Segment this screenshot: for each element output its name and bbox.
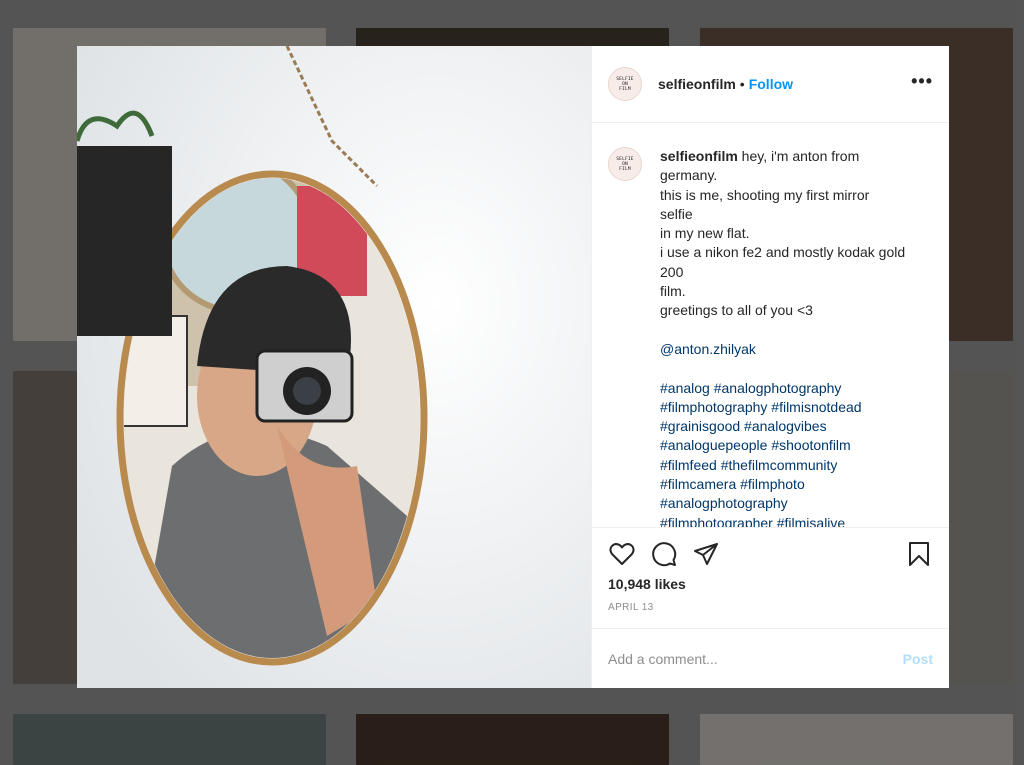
comment-input[interactable] [608, 650, 903, 667]
post-modal: SELFIE ON FILM selfieonfilm • Follow •••… [77, 46, 949, 688]
hashtag-line[interactable]: #filmphotography #filmisnotdead [660, 398, 933, 417]
post-header: SELFIE ON FILM selfieonfilm • Follow ••• [592, 46, 949, 123]
caption-section: SELFIE ON FILM selfieonfilm hey, i'm ant… [592, 123, 949, 527]
action-buttons-row [608, 540, 933, 568]
post-photo[interactable] [77, 46, 591, 688]
post-date: APRIL 13 [608, 602, 654, 613]
caption-line: i use a nikon fe2 and mostly kodak gold [660, 244, 906, 261]
likes-count[interactable]: 10,948 likes [608, 576, 933, 592]
caption-line: hey, i'm anton from [737, 148, 860, 164]
hashtag-line[interactable]: #filmcamera #filmphoto [660, 475, 933, 494]
hashtag-line[interactable]: #filmfeed #thefilmcommunity [660, 456, 933, 475]
post-comment-button[interactable]: Post [903, 651, 933, 667]
caption-line: this is me, shooting my first mirror [660, 186, 870, 203]
avatar[interactable]: SELFIE ON FILM [608, 147, 642, 181]
comment-icon[interactable] [650, 540, 678, 568]
caption-line: selfie [660, 205, 693, 222]
caption-line: germany. [660, 167, 718, 184]
separator-dot: • [739, 76, 745, 92]
heart-icon[interactable] [608, 540, 636, 568]
avatar-text: FILM [619, 166, 631, 172]
caption-text: selfieonfilm hey, i'm anton from germany… [660, 147, 933, 527]
hashtag-line[interactable]: #analog #analogphotography [660, 379, 933, 398]
comment-form: Post [592, 628, 949, 688]
avatar-text: FILM [619, 86, 631, 92]
hashtag-line[interactable]: #grainisgood #analogvibes [660, 417, 933, 436]
avatar[interactable]: SELFIE ON FILM [608, 67, 642, 101]
paper-plane-icon[interactable] [692, 540, 720, 568]
hashtag-line[interactable]: #analogphotography [660, 494, 933, 513]
caption-line: greetings to all of you <3 [660, 302, 813, 319]
caption-line: in my new flat. [660, 225, 750, 242]
bookmark-icon[interactable] [905, 540, 933, 568]
caption-username-link[interactable]: selfieonfilm [660, 148, 738, 164]
hashtag-line[interactable]: #analoguepeople #shootonfilm [660, 436, 933, 455]
caption-line: film. [660, 283, 686, 300]
hashtag-line[interactable]: #filmphotographer #filmisalive [660, 514, 933, 527]
username-link[interactable]: selfieonfilm [658, 76, 736, 92]
follow-button[interactable]: Follow [749, 76, 793, 92]
more-options-icon[interactable]: ••• [911, 72, 933, 92]
post-actions: 10,948 likes APRIL 13 [592, 527, 949, 628]
caption-line: 200 [660, 263, 684, 280]
post-side-panel: SELFIE ON FILM selfieonfilm • Follow •••… [591, 46, 949, 688]
mirror-selfie-image [77, 46, 591, 688]
mention-link[interactable]: @anton.zhilyak [660, 340, 933, 359]
